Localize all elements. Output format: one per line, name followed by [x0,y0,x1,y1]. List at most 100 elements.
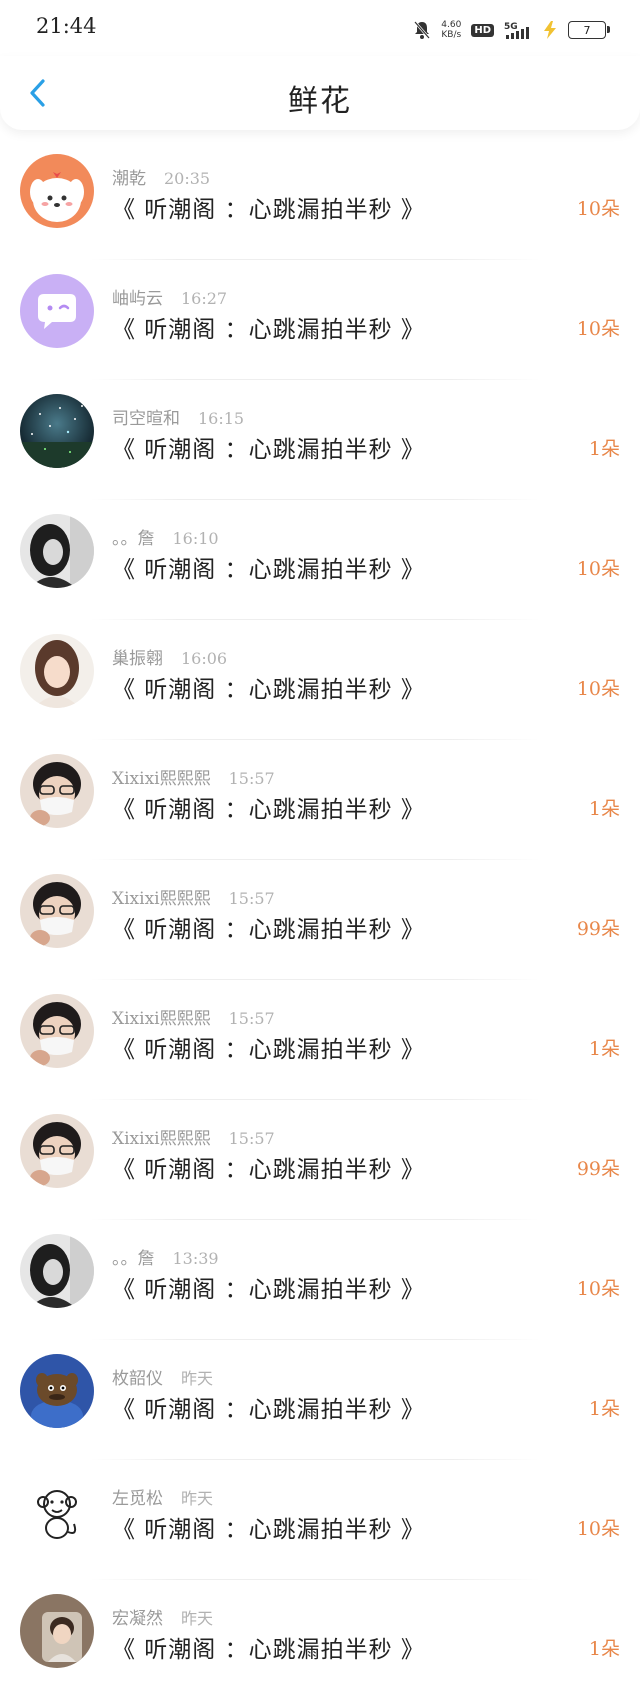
battery-level: 7 [583,23,591,37]
item-meta: 。。詹 16:10 [112,524,219,549]
avatar[interactable] [20,154,94,228]
list-item[interactable]: Xixixi熙熙熙 15:57 《 听潮阁 ：心跳漏拍半秒 》 1朵 [0,980,640,1100]
user-name[interactable]: Xixixi熙熙熙 [112,1009,211,1029]
timestamp: 昨天 [181,1609,214,1628]
user-name[interactable]: 。。詹 [112,1249,155,1269]
user-name[interactable]: 宏凝然 [112,1609,163,1629]
battery-icon: 7 [568,21,610,39]
list-item[interactable]: 枚韶仪 昨天《 听潮阁 ：心跳漏拍半秒 》 1朵 [0,1340,640,1460]
list-item[interactable]: 司空暄和 16:15 《 听潮阁 ：心跳漏拍半秒 》 1朵 [0,380,640,500]
flower-count: 10朵 [576,198,620,220]
list-item[interactable]: 。。詹 13:39 《 听潮阁 ：心跳漏拍半秒 》 10朵 [0,1220,640,1340]
hd-icon: HD [471,23,494,37]
user-name[interactable]: 枚韶仪 [112,1369,163,1389]
avatar[interactable] [20,1474,94,1548]
timestamp: 昨天 [181,1369,214,1388]
user-name[interactable]: 巢振翱 [112,649,163,669]
avatar[interactable] [20,514,94,588]
flower-count: 1朵 [588,1398,620,1420]
status-icons: 4.60 KB/s HD 5G 7 [413,18,610,42]
item-meta: Xixixi熙熙熙 15:57 [112,1124,275,1149]
masked-boy-photo [20,1114,94,1188]
book-title[interactable]: 《 听潮阁 ：心跳漏拍半秒 》 [112,1630,425,1664]
timestamp: 20:35 [164,169,211,188]
phone-screen: 21:44 4.60 KB/s HD 5G 7 鲜花 潮乾 20:35 《 听潮… [0,0,640,1689]
book-title[interactable]: 《 听潮阁 ：心跳漏拍半秒 》 [112,430,425,464]
avatar[interactable] [20,994,94,1068]
flower-count: 1朵 [588,798,620,820]
page-title: 鲜花 [288,84,352,119]
user-name[interactable]: 。。詹 [112,529,155,549]
list-item[interactable]: Xixixi熙熙熙 15:57 《 听潮阁 ：心跳漏拍半秒 》 99朵 [0,1100,640,1220]
list-item[interactable]: Xixixi熙熙熙 15:57 《 听潮阁 ：心跳漏拍半秒 》 1朵 [0,740,640,860]
timestamp: 16:10 [172,529,219,548]
cartoon-character-photo [20,1354,94,1428]
avatar[interactable] [20,634,94,708]
status-time: 21:44 [36,14,97,38]
book-title[interactable]: 《 听潮阁 ：心跳漏拍半秒 》 [112,1510,425,1544]
item-meta: 。。詹 13:39 [112,1244,219,1269]
list-item[interactable]: 宏凝然 昨天《 听潮阁 ：心跳漏拍半秒 》 1朵 [0,1580,640,1689]
user-name[interactable]: 潮乾 [112,169,146,189]
mute-bell-icon [414,21,431,39]
timestamp: 15:57 [228,1009,275,1028]
user-name[interactable]: 左觅松 [112,1489,163,1509]
flower-count: 1朵 [588,1038,620,1060]
book-title[interactable]: 《 听潮阁 ：心跳漏拍半秒 》 [112,1150,425,1184]
cartoon-dog-icon [20,154,94,228]
list-item[interactable]: 潮乾 20:35 《 听潮阁 ：心跳漏拍半秒 》 10朵 [0,140,640,260]
book-title[interactable]: 《 听潮阁 ：心跳漏拍半秒 》 [112,1270,425,1304]
masked-boy-photo [20,994,94,1068]
flower-count: 10朵 [576,1518,620,1540]
flower-count: 1朵 [588,1638,620,1660]
timestamp: 昨天 [181,1489,214,1508]
flower-count: 99朵 [576,918,620,940]
bw-girl-photo [20,1234,94,1308]
item-meta: 司空暄和 16:15 [112,404,244,429]
flower-count: 10朵 [576,1278,620,1300]
item-meta: Xixixi熙熙熙 15:57 [112,1004,275,1029]
book-title[interactable]: 《 听潮阁 ：心跳漏拍半秒 》 [112,310,425,344]
timestamp: 15:57 [228,1129,275,1148]
avatar[interactable] [20,1114,94,1188]
avatar[interactable] [20,754,94,828]
avatar[interactable] [20,1354,94,1428]
item-meta: 潮乾 20:35 [112,164,210,189]
avatar[interactable] [20,1234,94,1308]
timestamp: 15:57 [228,889,275,908]
user-name[interactable]: 司空暄和 [112,409,180,429]
net-speed-value: 4.60 [441,20,462,30]
avatar[interactable] [20,274,94,348]
book-title[interactable]: 《 听潮阁 ：心跳漏拍半秒 》 [112,1030,425,1064]
book-title[interactable]: 《 听潮阁 ：心跳漏拍半秒 》 [112,550,425,584]
user-name[interactable]: Xixixi熙熙熙 [112,769,211,789]
bw-girl-photo [20,514,94,588]
user-name[interactable]: Xixixi熙熙熙 [112,1129,211,1149]
flower-count: 10朵 [576,678,620,700]
list-item[interactable]: 左觅松 昨天《 听潮阁 ：心跳漏拍半秒 》 10朵 [0,1460,640,1580]
user-name[interactable]: Xixixi熙熙熙 [112,889,211,909]
avatar[interactable] [20,874,94,948]
list-item[interactable]: 。。詹 16:10 《 听潮阁 ：心跳漏拍半秒 》 10朵 [0,500,640,620]
item-meta: Xixixi熙熙熙 15:57 [112,764,275,789]
masked-boy-photo [20,874,94,948]
list-item[interactable]: Xixixi熙熙熙 15:57 《 听潮阁 ：心跳漏拍半秒 》 99朵 [0,860,640,980]
user-name[interactable]: 岫屿云 [112,289,163,309]
item-meta: Xixixi熙熙熙 15:57 [112,884,275,909]
book-title[interactable]: 《 听潮阁 ：心跳漏拍半秒 》 [112,910,425,944]
book-title[interactable]: 《 听潮阁 ：心跳漏拍半秒 》 [112,790,425,824]
list-item[interactable]: 巢振翱 16:06 《 听潮阁 ：心跳漏拍半秒 》 10朵 [0,620,640,740]
page-header: 鲜花 [0,56,640,130]
book-title[interactable]: 《 听潮阁 ：心跳漏拍半秒 》 [112,1390,425,1424]
timestamp: 16:06 [181,649,228,668]
book-title[interactable]: 《 听潮阁 ：心跳漏拍半秒 》 [112,670,425,704]
net-speed: 4.60 KB/s [441,20,461,40]
item-meta: 左觅松 昨天 [112,1484,213,1509]
avatar[interactable] [20,394,94,468]
charging-bolt-icon [544,21,556,39]
monkey-sketch-icon [20,1474,94,1548]
list-item[interactable]: 岫屿云 16:27 《 听潮阁 ：心跳漏拍半秒 》 10朵 [0,260,640,380]
book-title[interactable]: 《 听潮阁 ：心跳漏拍半秒 》 [112,190,425,224]
timestamp: 15:57 [228,769,275,788]
avatar[interactable] [20,1594,94,1668]
